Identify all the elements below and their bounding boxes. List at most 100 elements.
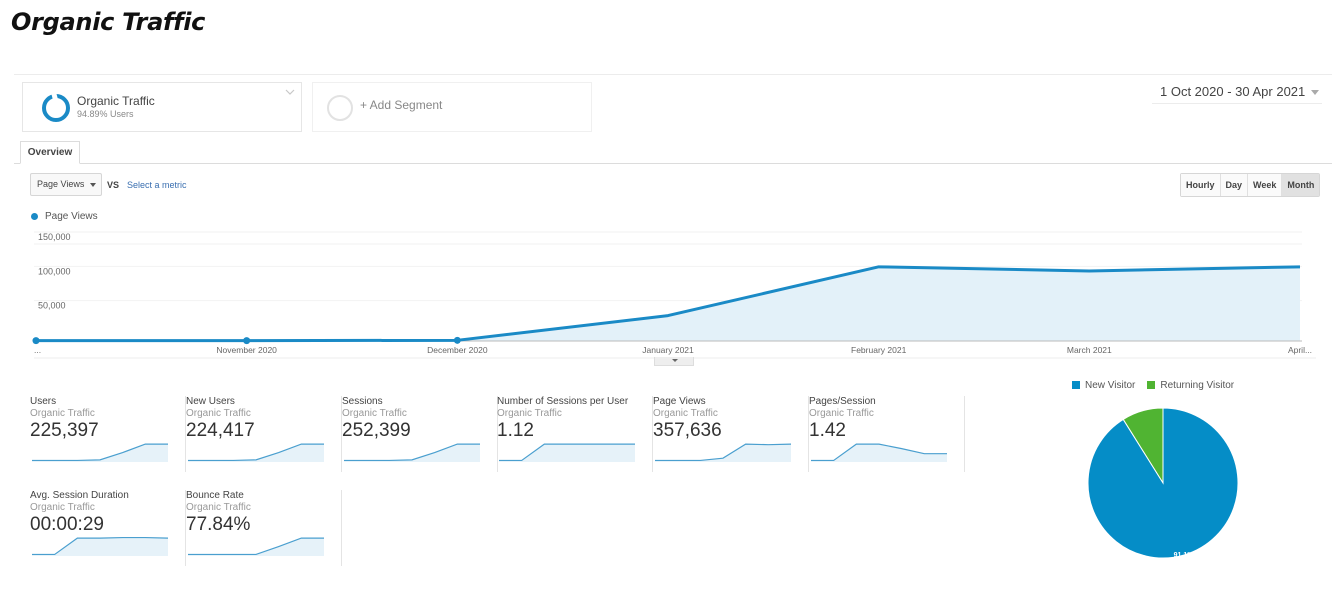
segment-ring-icon bbox=[42, 92, 70, 122]
x-tick-label: January 2021 bbox=[642, 345, 694, 355]
sparkline bbox=[188, 443, 324, 462]
metric-tile[interactable]: Page Views Organic Traffic 357,636 bbox=[653, 396, 809, 478]
x-tick-label: February 2021 bbox=[851, 345, 907, 355]
metric-name: Avg. Session Duration bbox=[30, 490, 129, 501]
metric-name: Bounce Rate bbox=[186, 490, 244, 501]
tab-overview[interactable]: Overview bbox=[20, 141, 80, 164]
data-point bbox=[32, 337, 40, 345]
pie-legend: New Visitor Returning Visitor bbox=[1072, 380, 1234, 391]
segment-subtitle: 94.89% Users bbox=[77, 109, 134, 119]
page-heading: Organic Traffic bbox=[11, 8, 206, 36]
metric-segment: Organic Traffic bbox=[30, 408, 95, 419]
metric-value: 1.12 bbox=[497, 420, 534, 441]
x-tick-label: December 2020 bbox=[427, 345, 488, 355]
metric-value: 224,417 bbox=[186, 420, 255, 441]
sparkline bbox=[32, 536, 169, 556]
chart-legend-label: Page Views bbox=[45, 211, 98, 222]
y-tick-label: 100,000 bbox=[38, 266, 71, 276]
add-segment-label: + Add Segment bbox=[360, 98, 443, 112]
legend-label: New Visitor bbox=[1085, 380, 1136, 391]
data-point bbox=[453, 336, 461, 344]
metric-name: Pages/Session bbox=[809, 396, 876, 407]
metric-name: Users bbox=[30, 396, 57, 407]
tab-divider bbox=[14, 163, 1332, 164]
segment-organic-traffic[interactable]: Organic Traffic 94.89% Users bbox=[22, 82, 302, 132]
legend-returning-visitor: Returning Visitor bbox=[1147, 380, 1234, 391]
metric-name: Number of Sessions per User bbox=[497, 396, 629, 407]
sparkline bbox=[344, 443, 480, 462]
metric-segment: Organic Traffic bbox=[497, 408, 562, 419]
empty-ring-icon bbox=[327, 95, 353, 121]
metric-value: 00:00:29 bbox=[30, 514, 104, 535]
metric-segment: Organic Traffic bbox=[30, 502, 95, 513]
metric-select-value: Page Views bbox=[37, 179, 85, 189]
granularity-month-button[interactable]: Month bbox=[1282, 174, 1320, 196]
sparkline-area bbox=[655, 444, 791, 462]
metric-tile[interactable]: Pages/Session Organic Traffic 1.42 bbox=[809, 396, 965, 478]
granularity-week-button[interactable]: Week bbox=[1248, 174, 1283, 196]
caret-down-icon bbox=[90, 183, 96, 187]
divider bbox=[964, 396, 965, 472]
sparkline-area bbox=[499, 444, 635, 462]
x-tick-label: March 2021 bbox=[1067, 345, 1112, 355]
legend-swatch-icon bbox=[1147, 381, 1156, 389]
metric-name: Page Views bbox=[653, 396, 706, 407]
sparkline bbox=[32, 443, 168, 462]
legend-new-visitor: New Visitor bbox=[1072, 380, 1135, 391]
data-point bbox=[243, 337, 251, 345]
chevron-down-icon[interactable] bbox=[285, 87, 295, 97]
metric-segment: Organic Traffic bbox=[809, 408, 874, 419]
x-tick-label: April... bbox=[1288, 345, 1312, 355]
metric-value: 252,399 bbox=[342, 420, 411, 441]
sparkline bbox=[811, 443, 947, 462]
vs-label: VS bbox=[107, 180, 120, 190]
metric-value: 357,636 bbox=[653, 420, 722, 441]
add-segment-button[interactable]: + Add Segment bbox=[312, 82, 592, 132]
metric-select[interactable]: Page Views bbox=[30, 173, 102, 196]
sparkline-area bbox=[811, 444, 947, 462]
metric-value: 225,397 bbox=[30, 420, 99, 441]
metric-name: Sessions bbox=[342, 396, 383, 407]
metric-tile[interactable]: Bounce Rate Organic Traffic 77.84% bbox=[186, 490, 342, 572]
divider bbox=[341, 490, 342, 566]
legend-label: Returning Visitor bbox=[1160, 380, 1235, 391]
metric-tile[interactable]: Sessions Organic Traffic 252,399 bbox=[342, 396, 498, 478]
date-range-label: 1 Oct 2020 - 30 Apr 2021 bbox=[1160, 84, 1306, 99]
metric-tile[interactable]: Number of Sessions per User Organic Traff… bbox=[497, 396, 653, 478]
sparkline-area bbox=[32, 537, 168, 556]
legend-swatch-icon bbox=[1072, 381, 1080, 389]
legend-dot-icon bbox=[31, 213, 38, 220]
x-tick-label: November 2020 bbox=[216, 345, 277, 355]
sparkline-area bbox=[188, 538, 324, 556]
metric-segment: Organic Traffic bbox=[186, 408, 251, 419]
pie-label: 91.1% bbox=[1174, 552, 1195, 559]
select-metric-link[interactable]: Select a metric bbox=[127, 180, 187, 190]
sparkline bbox=[655, 443, 792, 462]
metric-segment: Organic Traffic bbox=[186, 502, 251, 513]
metric-segment: Organic Traffic bbox=[653, 408, 718, 419]
metric-name: New Users bbox=[186, 396, 235, 407]
metric-value: 77.84% bbox=[186, 514, 251, 535]
date-range-picker[interactable]: 1 Oct 2020 - 30 Apr 2021 bbox=[1152, 82, 1322, 104]
y-tick-label: 150,000 bbox=[38, 232, 71, 242]
metric-tile[interactable]: New Users Organic Traffic 224,417 bbox=[186, 396, 342, 478]
granularity-day-button[interactable]: Day bbox=[1220, 174, 1249, 196]
metric-tile[interactable]: Users Organic Traffic 225,397 bbox=[30, 396, 186, 478]
divider bbox=[14, 74, 1332, 75]
granularity-hourly-button[interactable]: Hourly bbox=[1181, 174, 1221, 196]
pie-slice-new-visitor bbox=[1087, 407, 1239, 559]
page-views-chart: 50,000 100,000 150,000... November 2020 Dece… bbox=[32, 231, 1316, 359]
y-tick-label: 50,000 bbox=[38, 301, 66, 311]
segment-title: Organic Traffic bbox=[77, 94, 155, 108]
chart-collapse-handle[interactable] bbox=[654, 357, 694, 366]
area-fill bbox=[36, 266, 1300, 341]
x-tick-label: ... bbox=[34, 345, 41, 355]
metric-segment: Organic Traffic bbox=[342, 408, 407, 419]
metric-value: 1.42 bbox=[809, 420, 846, 441]
sparkline bbox=[188, 537, 324, 556]
sparkline bbox=[499, 443, 635, 462]
metric-tile[interactable]: Avg. Session Duration Organic Traffic 00:0… bbox=[30, 490, 186, 572]
granularity-toggle: Hourly Day Week Month bbox=[1180, 173, 1321, 197]
caret-down-icon bbox=[1311, 90, 1320, 96]
visitor-pie-chart: 8.9%91.1% bbox=[1087, 407, 1239, 559]
